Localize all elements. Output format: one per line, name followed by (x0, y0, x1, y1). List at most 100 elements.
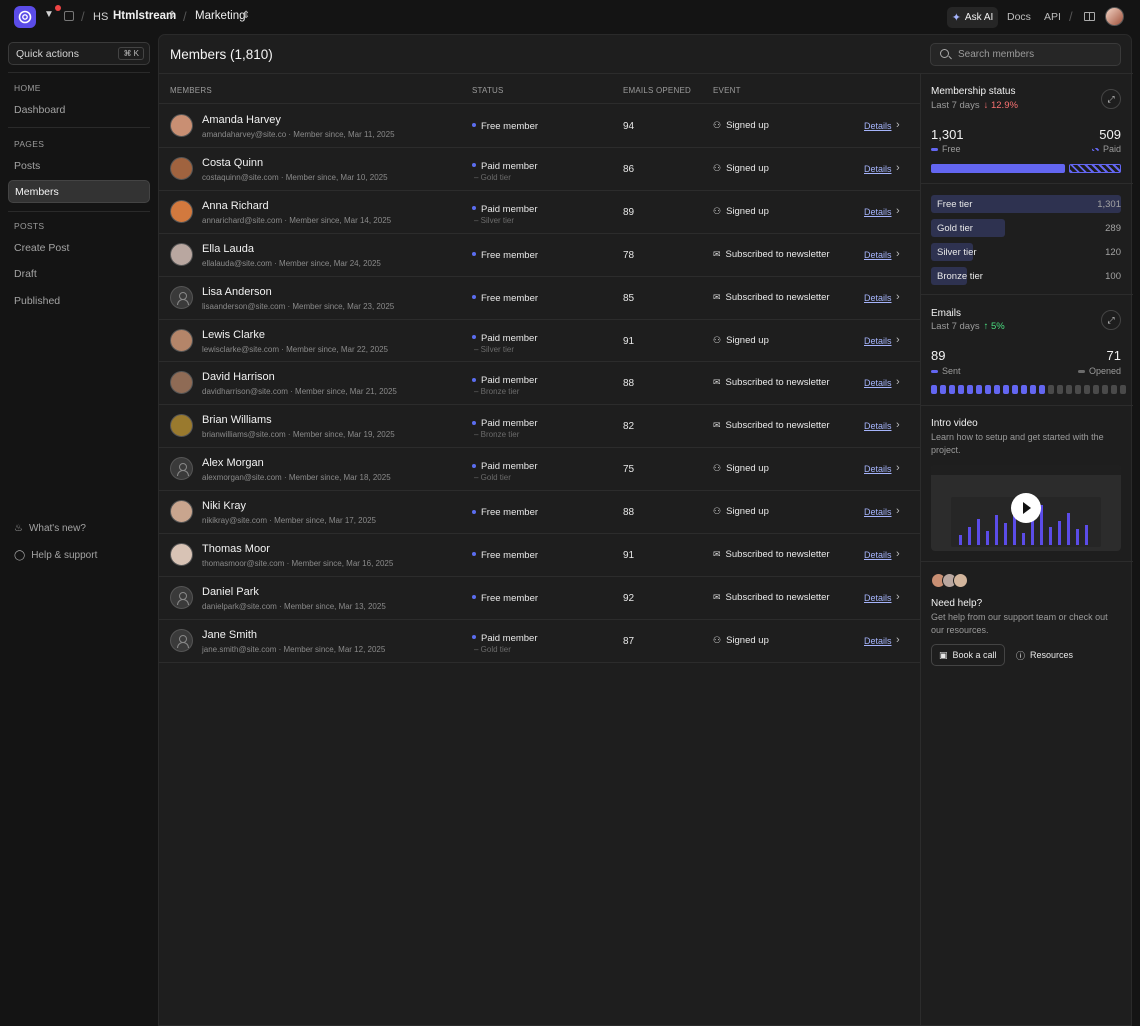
member-name[interactable]: Niki Kray (202, 500, 246, 512)
email-block (1003, 385, 1009, 394)
book-call-label: Book a call (952, 650, 997, 660)
member-name[interactable]: Anna Richard (202, 200, 269, 212)
member-name[interactable]: Amanda Harvey (202, 114, 281, 126)
sidebar-item-dashboard[interactable]: Dashboard (14, 104, 65, 116)
member-meta: jane.smith@site.com · Member since, Mar … (202, 645, 385, 654)
details-link[interactable]: Details (864, 207, 892, 217)
project-switcher[interactable]: Marketing (195, 10, 246, 22)
tier-label: – Silver tier (474, 215, 515, 225)
chevron-right-icon[interactable]: › (896, 291, 900, 303)
table-row: Lewis Clarke lewisclarke@site.com · Membe… (159, 319, 920, 362)
details-link[interactable]: Details (864, 421, 892, 431)
chevron-right-icon[interactable]: › (896, 376, 900, 388)
user-plus-icon: ⚇ (713, 463, 722, 474)
top-bar: ▼ / HS Htmlstream ⇕ / Marketing ⇕ ✦ Ask … (0, 0, 1140, 34)
chevron-right-icon[interactable]: › (896, 119, 900, 131)
details-link[interactable]: Details (864, 378, 892, 388)
status-dot (472, 635, 476, 640)
sidebar-item-published[interactable]: Published (14, 295, 60, 307)
member-since: Member since, Mar 24, 2025 (279, 258, 381, 268)
details-link[interactable]: Details (864, 336, 892, 346)
member-name[interactable]: Brian Williams (202, 414, 272, 426)
help-support-link[interactable]: ◯ Help & support (14, 550, 97, 561)
event-cell: ⚇ Signed up (713, 163, 769, 174)
chevron-right-icon[interactable]: › (896, 162, 900, 174)
member-name[interactable]: Alex Morgan (202, 457, 264, 469)
chevron-right-icon[interactable]: › (896, 334, 900, 346)
whats-new-link[interactable]: ♨ What's new? (14, 523, 86, 534)
details-link[interactable]: Details (864, 550, 892, 560)
details-link[interactable]: Details (864, 164, 892, 174)
paid-legend: Paid (1091, 144, 1121, 154)
member-name[interactable]: Lewis Clarke (202, 329, 265, 341)
member-email: costaquinn@site.com (202, 172, 279, 182)
chevron-updown-icon[interactable]: ⇕ (242, 10, 250, 21)
divider (159, 73, 1133, 74)
emails-opened-value: 89 (623, 206, 635, 218)
chevron-right-icon[interactable]: › (896, 505, 900, 517)
video-thumbnail[interactable] (931, 465, 1121, 551)
app-logo[interactable] (14, 6, 36, 28)
member-meta: alexmorgan@site.com · Member since, Mar … (202, 473, 391, 482)
book-call-button[interactable]: ▣ Book a call (931, 644, 1005, 666)
sidebar-item-draft[interactable]: Draft (14, 268, 37, 280)
expand-icon[interactable]: ⤢ (1101, 310, 1121, 330)
chevron-right-icon[interactable]: › (896, 248, 900, 260)
card-title: Intro video (931, 418, 978, 429)
tier-value: 1,301 (1097, 199, 1121, 210)
workspace-switcher[interactable]: Htmlstream (113, 10, 176, 22)
meta-separator: · (278, 172, 286, 182)
chevron-right-icon[interactable]: › (896, 462, 900, 474)
details-link[interactable]: Details (864, 636, 892, 646)
user-avatar[interactable] (1105, 7, 1124, 26)
sidebar-toggle-icon[interactable] (64, 11, 74, 21)
tier-label: – Gold tier (474, 172, 511, 182)
details-link[interactable]: Details (864, 464, 892, 474)
member-name[interactable]: Daniel Park (202, 586, 259, 598)
book-icon[interactable] (1084, 12, 1095, 21)
chevron-right-icon[interactable]: › (896, 205, 900, 217)
member-name[interactable]: Thomas Moor (202, 543, 270, 555)
member-email: alexmorgan@site.com (202, 473, 282, 483)
details-link[interactable]: Details (864, 593, 892, 603)
details-link[interactable]: Details (864, 507, 892, 517)
ask-ai-button[interactable]: ✦ Ask AI (947, 7, 998, 28)
event-label: Signed up (726, 463, 769, 475)
member-name[interactable]: David Harrison (202, 371, 275, 383)
search-input[interactable]: Search members (930, 43, 1121, 66)
play-icon[interactable] (1011, 493, 1041, 523)
member-name[interactable]: Ella Lauda (202, 243, 254, 255)
details-link[interactable]: Details (864, 293, 892, 303)
chat-bubble-icon: ◯ (14, 550, 26, 561)
resources-button[interactable]: ⓘ Resources (1009, 644, 1080, 666)
expand-icon[interactable]: ⤢ (1101, 89, 1121, 109)
chevron-updown-icon[interactable]: ⇕ (168, 10, 176, 21)
details-link[interactable]: Details (864, 121, 892, 131)
status-badge: Paid member (472, 461, 538, 472)
emails-opened-value: 87 (623, 635, 635, 647)
email-block (1093, 385, 1099, 394)
event-cell: ⚇ Signed up (713, 506, 769, 517)
chevron-right-icon[interactable]: › (896, 548, 900, 560)
sidebar-item-members[interactable]: Members (8, 180, 150, 203)
sidebar-item-create-post[interactable]: Create Post (14, 242, 69, 254)
status-badge: Free member (472, 250, 538, 261)
chevron-down-icon[interactable]: ▼ (44, 9, 54, 20)
video-bar (1049, 527, 1052, 545)
email-block (1102, 385, 1108, 394)
sidebar-item-posts[interactable]: Posts (14, 160, 40, 172)
chevron-right-icon[interactable]: › (896, 419, 900, 431)
docs-link[interactable]: Docs (1007, 11, 1031, 23)
member-meta: amandaharvey@site.co · Member since, Mar… (202, 130, 395, 139)
member-name[interactable]: Lisa Anderson (202, 286, 272, 298)
chevron-right-icon[interactable]: › (896, 591, 900, 603)
quick-actions-button[interactable]: Quick actions ⌘ K (8, 42, 150, 65)
status-label: Paid member (481, 203, 538, 215)
member-name[interactable]: Costa Quinn (202, 157, 263, 169)
chevron-right-icon[interactable]: › (896, 634, 900, 646)
member-name[interactable]: Jane Smith (202, 629, 257, 641)
api-link[interactable]: API (1044, 11, 1061, 23)
details-link[interactable]: Details (864, 250, 892, 260)
event-cell: ✉ Subscribed to newsletter (713, 549, 830, 560)
membership-progress-bar (931, 164, 1121, 173)
